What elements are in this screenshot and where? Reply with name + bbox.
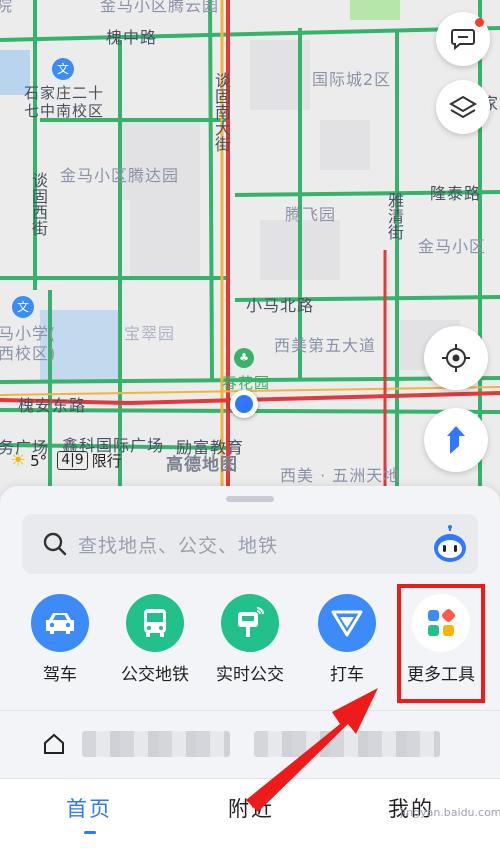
traffic-limit-label: 限行: [91, 452, 122, 470]
current-location-dot: [230, 390, 258, 418]
recent-places-row[interactable]: [0, 710, 500, 776]
annotation-highlight-box: [397, 584, 485, 703]
voice-assistant-icon[interactable]: [430, 524, 470, 564]
map-label: 西校区): [0, 344, 57, 363]
locate-me-button[interactable]: [424, 326, 488, 390]
bus-icon: [126, 594, 184, 652]
map-label: 谈固南大街: [212, 72, 231, 152]
map-view[interactable]: 金马小区腾云园 槐中路 国际城2区 家居 文 石家庄二十 七中南校区 谈固南大街…: [0, 0, 500, 500]
chat-bubble-icon: [451, 29, 475, 51]
traffic-limit-numbers: 4|9: [57, 451, 88, 470]
blurred-home-address: [82, 731, 230, 757]
taxi-icon: [318, 594, 376, 652]
map-label: 七中南校区: [24, 102, 105, 120]
map-label: 谈固西街: [29, 172, 48, 236]
amap-logo: 高德地图: [166, 455, 238, 475]
home-icon: [44, 733, 64, 754]
map-label: 槐中路: [106, 28, 158, 47]
search-placeholder: 查找地点、公交、地铁: [78, 534, 279, 557]
map-label: 院: [0, 0, 14, 15]
park-pin-icon: ♣: [234, 348, 254, 368]
tool-label: 打车: [330, 665, 364, 685]
map-label: 槐安东路: [18, 396, 87, 415]
map-label: 隆泰路: [430, 184, 482, 203]
car-icon: [31, 594, 89, 652]
search-input[interactable]: 查找地点、公交、地铁: [22, 514, 478, 574]
route-arrow-icon: [447, 426, 465, 454]
sun-icon: ☀: [10, 450, 27, 471]
notification-dot: [475, 18, 484, 27]
sheet-grabber[interactable]: [226, 496, 274, 502]
map-label: 金马小区腾云园: [100, 0, 220, 15]
tool-label: 驾车: [43, 665, 77, 685]
tool-realtime-bus[interactable]: 实时公交: [200, 594, 300, 685]
tab-nearby[interactable]: 附近: [228, 793, 274, 823]
realtime-bus-icon: [221, 594, 279, 652]
temperature: 5°: [30, 451, 48, 470]
weather-widget[interactable]: ☀ 5° 4|9 限行: [10, 450, 122, 471]
tool-transit[interactable]: 公交地铁: [105, 594, 205, 685]
bottom-sheet: 查找地点、公交、地铁 驾车 公交地铁 实时公交 打车 更多工具 首页 附近 我的: [0, 486, 500, 854]
map-layers-button[interactable]: [436, 80, 490, 134]
map-label: 小马北路: [246, 296, 315, 315]
tool-label: 公交地铁: [121, 665, 189, 685]
active-tab-indicator: [84, 831, 96, 834]
search-icon: [43, 532, 67, 556]
tab-home[interactable]: 首页: [66, 793, 112, 823]
tool-taxi[interactable]: 打车: [297, 594, 397, 685]
map-label: 宝翠园: [124, 324, 176, 343]
message-button[interactable]: [436, 12, 490, 66]
map-label: 西美第五大道: [274, 336, 377, 355]
blurred-company-address: [254, 731, 440, 757]
layers-icon: [449, 95, 477, 119]
map-label: 腾飞园: [285, 205, 337, 224]
map-label: 西美 · 五洲天地: [280, 466, 401, 485]
route-button[interactable]: [424, 408, 488, 472]
crosshair-icon: [442, 344, 470, 372]
map-label: 雅清街: [385, 192, 404, 240]
map-label: 国际城2区: [312, 70, 392, 89]
tool-label: 实时公交: [216, 665, 284, 685]
map-label: 金马小区腾达园: [60, 166, 180, 185]
watermark-text: jingyan.baidu.com: [400, 806, 500, 819]
map-label: 金马小区: [418, 237, 487, 256]
school-icon: 文: [12, 296, 34, 318]
tool-drive[interactable]: 驾车: [10, 594, 110, 685]
school-icon: 文: [52, 58, 74, 80]
